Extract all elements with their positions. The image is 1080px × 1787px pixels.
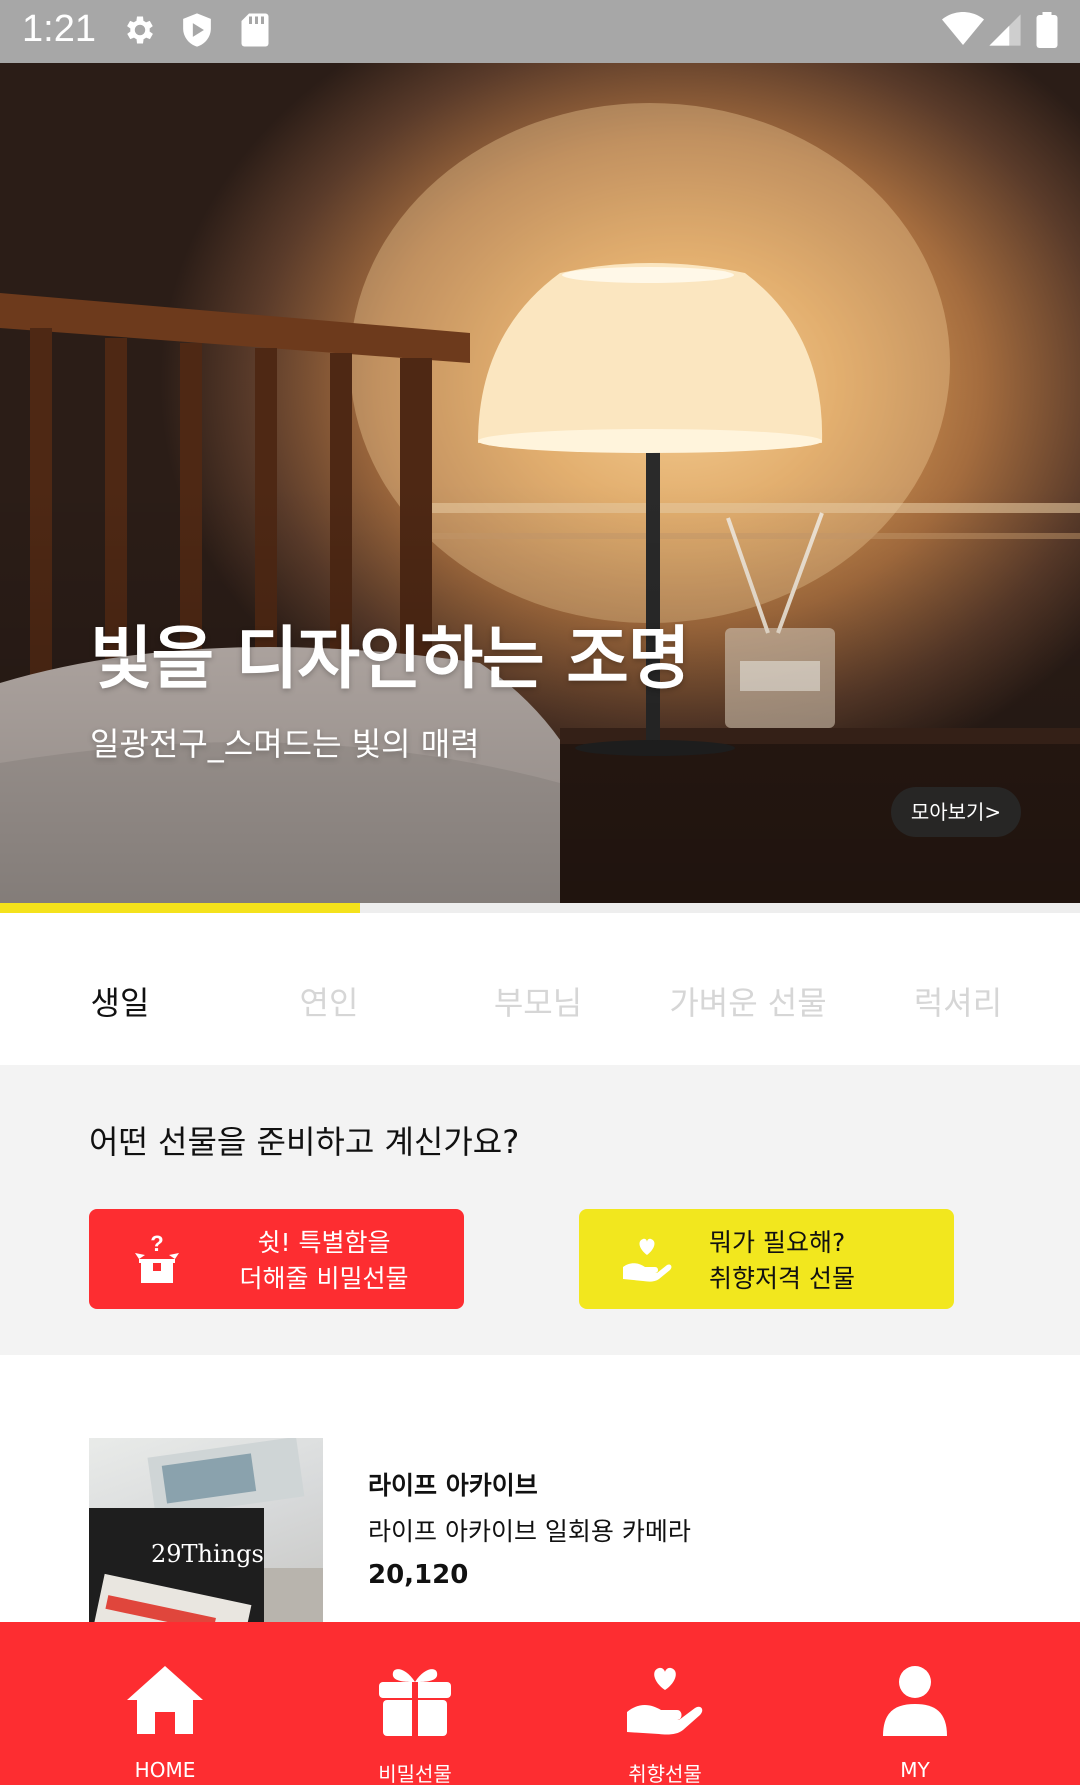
user-icon — [883, 1666, 947, 1736]
svg-text:?: ? — [150, 1233, 163, 1256]
secret-gift-button[interactable]: ? 쉿! 특별함을 더해줄 비밀선물 — [89, 1209, 464, 1309]
hand-heart-icon — [627, 1667, 703, 1735]
slide-progress-bar — [0, 903, 1080, 913]
view-more-button[interactable]: 모아보기> — [891, 787, 1021, 837]
product-image — [89, 1438, 323, 1638]
nav-taste-gift[interactable]: 취향선물 — [540, 1622, 790, 1786]
wifi-icon — [942, 12, 984, 45]
tab-lover[interactable]: 연인 — [224, 913, 434, 1065]
taste-gift-line2: 취향저격 선물 — [709, 1264, 855, 1293]
question-heading: 어떤 선물을 준비하고 계신가요? — [89, 1123, 520, 1161]
hand-heart-icon — [623, 1238, 672, 1282]
secret-gift-box-icon: ? — [135, 1233, 179, 1283]
tab-light-gift[interactable]: 가벼운 선물 — [643, 913, 853, 1065]
bottom-navigation: HOME 비밀선물 취향선물 MY — [0, 1622, 1080, 1786]
slide-progress-fill — [0, 903, 360, 913]
product-brand[interactable]: 라이프 아카이브 — [368, 1466, 538, 1502]
thumbnail-brand-label: 29Things — [151, 1540, 264, 1568]
home-icon — [127, 1666, 203, 1734]
tab-birthday[interactable]: 생일 — [15, 913, 225, 1065]
nav-home[interactable]: HOME — [40, 1622, 290, 1785]
product-thumbnail[interactable]: 29Things — [89, 1438, 323, 1638]
hero-image — [0, 103, 1080, 903]
status-bar: 1:21 — [0, 0, 1080, 63]
hero-title: 빛을 디자인하는 조명 — [90, 620, 690, 699]
sd-card-icon — [241, 13, 269, 47]
nav-my[interactable]: MY — [790, 1622, 1040, 1785]
taste-gift-line1: 뭐가 필요해? — [709, 1228, 846, 1257]
play-protect-icon — [183, 13, 211, 47]
category-tabs: 생일 연인 부모님 가벼운 선물 럭셔리 — [0, 913, 1080, 1065]
nav-home-label: HOME — [134, 1758, 196, 1782]
nav-taste-gift-label: 취향선물 — [628, 1762, 702, 1786]
product-price: 20,120 — [368, 1560, 469, 1590]
nav-my-label: MY — [900, 1758, 930, 1782]
taste-gift-button[interactable]: 뭐가 필요해? 취향저격 선물 — [579, 1209, 954, 1309]
nav-secret-gift[interactable]: 비밀선물 — [290, 1622, 540, 1786]
secret-gift-line2: 더해줄 비밀선물 — [239, 1264, 409, 1293]
tab-luxury[interactable]: 럭셔리 — [853, 913, 1063, 1065]
cellular-signal-icon — [989, 14, 1021, 46]
tab-parents[interactable]: 부모님 — [433, 913, 643, 1065]
nav-secret-gift-label: 비밀선물 — [378, 1762, 452, 1786]
hero-subtitle: 일광전구_스며드는 빛의 매력 — [90, 725, 480, 763]
gift-question-section: 어떤 선물을 준비하고 계신가요? ? 쉿! 특별함을 더해줄 비밀선물 뭐가 … — [0, 1065, 1080, 1355]
hero-banner[interactable]: 빛을 디자인하는 조명 일광전구_스며드는 빛의 매력 모아보기> — [0, 63, 1080, 903]
status-time: 1:21 — [22, 8, 96, 50]
product-name[interactable]: 라이프 아카이브 일회용 카메라 — [368, 1512, 691, 1548]
settings-icon — [127, 16, 153, 44]
secret-gift-line1: 쉿! 특별함을 — [257, 1228, 391, 1257]
battery-icon — [1036, 12, 1058, 48]
gift-icon — [379, 1669, 451, 1736]
